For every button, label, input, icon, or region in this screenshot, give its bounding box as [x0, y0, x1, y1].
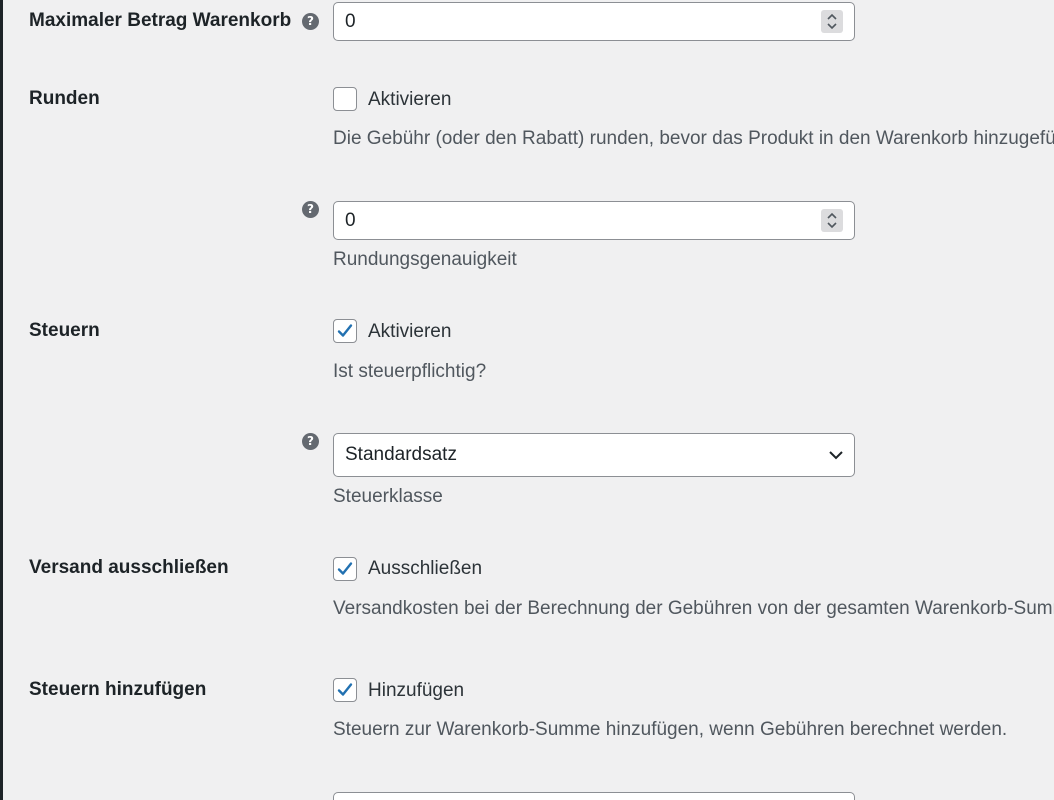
- add-taxes-description: Steuern zur Warenkorb-Summe hinzufügen, …: [333, 719, 1008, 740]
- round-description: Die Gebühr (oder den Rabatt) runden, bev…: [333, 128, 1054, 149]
- checkmark-icon: [337, 683, 353, 696]
- max-cart-amount-value: 0: [345, 11, 356, 32]
- max-cart-amount-label: Maximaler Betrag Warenkorb: [29, 10, 292, 31]
- rounding-precision-description: Rundungsgenauigkeit: [333, 249, 517, 270]
- help-icon[interactable]: ?: [302, 13, 319, 30]
- add-taxes-checkbox[interactable]: [333, 678, 357, 702]
- checkmark-icon: [337, 562, 353, 575]
- taxes-checkbox[interactable]: [333, 319, 357, 343]
- tax-class-description: Steuerklasse: [333, 486, 443, 507]
- rounding-precision-value: 0: [345, 210, 356, 231]
- add-taxes-checkbox-label: Hinzufügen: [368, 680, 465, 701]
- add-taxes-label: Steuern hinzufügen: [29, 679, 207, 700]
- exclude-shipping-description: Versandkosten bei der Berechnung der Geb…: [333, 598, 1054, 619]
- number-spinner-icon[interactable]: [821, 209, 843, 232]
- help-icon[interactable]: ?: [302, 433, 319, 450]
- taxes-description: Ist steuerpflichtig?: [333, 361, 487, 382]
- tax-class-select[interactable]: Standardsatz: [333, 433, 855, 477]
- round-checkbox-label: Aktivieren: [368, 89, 452, 110]
- number-spinner-icon[interactable]: [821, 10, 843, 33]
- rounding-precision-input[interactable]: 0: [333, 201, 855, 240]
- exclude-shipping-checkbox-label: Ausschließen: [368, 558, 483, 579]
- help-icon[interactable]: ?: [302, 201, 319, 218]
- checkmark-icon: [337, 324, 353, 337]
- exclude-shipping-label: Versand ausschließen: [29, 557, 229, 578]
- round-checkbox[interactable]: [333, 87, 357, 111]
- tax-class-selected: Standardsatz: [345, 444, 457, 465]
- settings-form: Maximaler Betrag Warenkorb ? 0 Runden Ak…: [0, 0, 1054, 800]
- max-cart-amount-input[interactable]: 0: [333, 2, 855, 41]
- admin-sidebar-edge: [0, 0, 3, 800]
- taxes-checkbox-label: Aktivieren: [368, 321, 452, 342]
- chevron-down-icon: [829, 451, 843, 460]
- exclude-shipping-checkbox[interactable]: [333, 557, 357, 581]
- round-label: Runden: [29, 88, 100, 109]
- next-field-input[interactable]: [333, 792, 855, 800]
- taxes-label: Steuern: [29, 320, 100, 341]
